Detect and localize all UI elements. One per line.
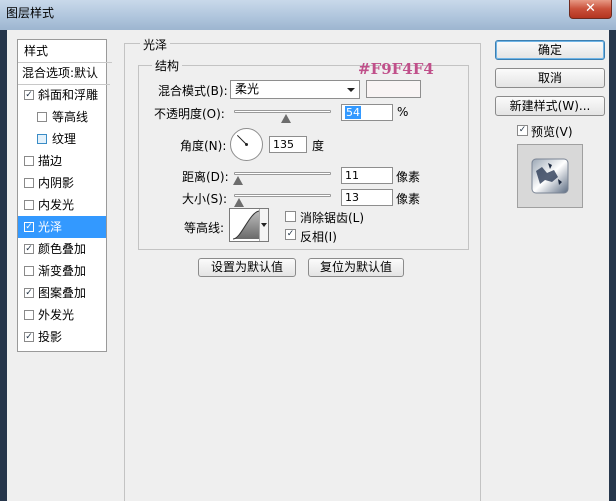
style-item-checkbox[interactable]: [37, 112, 47, 122]
opacity-unit: %: [397, 105, 409, 119]
close-icon: ✕: [585, 1, 596, 16]
invert-label: 反相(I): [300, 230, 337, 244]
chevron-down-icon: [347, 88, 355, 92]
style-item[interactable]: 内阴影: [18, 172, 106, 194]
chevron-down-icon: [261, 223, 267, 227]
style-item-checkbox[interactable]: [24, 156, 34, 166]
cancel-button[interactable]: 取消: [495, 68, 605, 88]
size-unit: 像素: [396, 192, 421, 206]
size-slider-thumb[interactable]: [233, 198, 244, 207]
style-item-label: 图案叠加: [38, 286, 87, 300]
style-item-label: 纹理: [52, 132, 77, 146]
style-item[interactable]: 描边: [18, 150, 106, 172]
distance-slider-thumb[interactable]: [232, 176, 243, 185]
make-default-button[interactable]: 设置为默认值: [198, 258, 296, 277]
blend-mode-value: 柔光: [235, 82, 260, 96]
ok-button[interactable]: 确定: [495, 40, 605, 60]
style-list-header[interactable]: 样式: [18, 40, 112, 63]
angle-unit: 度: [312, 139, 325, 153]
antialias-label: 消除锯齿(L): [300, 211, 365, 225]
style-item-checkbox[interactable]: [24, 200, 34, 210]
distance-unit: 像素: [396, 170, 421, 184]
contour-dropdown-toggle[interactable]: [259, 209, 268, 241]
reset-default-button[interactable]: 复位为默认值: [308, 258, 404, 277]
style-item[interactable]: ✓ 光泽: [18, 216, 106, 238]
invert-checkbox[interactable]: ✓: [285, 229, 296, 240]
satin-group-title: 光泽: [140, 36, 171, 53]
contour-picker[interactable]: [229, 208, 269, 242]
close-button[interactable]: ✕: [569, 0, 612, 19]
style-item[interactable]: ✓ 斜面和浮雕: [18, 84, 106, 106]
angle-value: 135: [273, 138, 294, 151]
style-preview: [517, 144, 583, 208]
preview-checkbox[interactable]: ✓: [517, 125, 528, 136]
blend-mode-select[interactable]: 柔光: [230, 80, 360, 99]
opacity-value: 54: [345, 106, 361, 119]
style-item-checkbox[interactable]: [24, 266, 34, 276]
antialias-checkbox[interactable]: [285, 211, 296, 222]
new-style-button[interactable]: 新建样式(W)...: [495, 96, 605, 116]
distance-label: 距离(D):: [182, 170, 229, 184]
style-item-label: 投影: [38, 330, 63, 344]
blend-mode-label: 混合模式(B):: [158, 84, 228, 98]
style-item[interactable]: 纹理: [18, 128, 106, 150]
angle-input[interactable]: 135: [269, 136, 307, 153]
contour-curve-icon: [232, 210, 260, 240]
style-item-label: 等高线: [52, 110, 89, 124]
style-item[interactable]: 外发光: [18, 304, 106, 326]
style-item-label: 颜色叠加: [38, 242, 87, 256]
window-border-right: [609, 30, 616, 501]
style-item-label: 外发光: [38, 308, 75, 322]
size-label: 大小(S):: [182, 192, 228, 206]
style-item-checkbox[interactable]: ✓: [24, 222, 34, 232]
opacity-input[interactable]: 54: [341, 104, 393, 121]
style-item-label: 描边: [38, 154, 63, 168]
style-item-checkbox[interactable]: [37, 134, 47, 144]
opacity-label: 不透明度(O):: [154, 107, 225, 121]
style-item[interactable]: ✓ 颜色叠加: [18, 238, 106, 260]
angle-dial[interactable]: [229, 127, 264, 162]
style-item-checkbox[interactable]: [24, 178, 34, 188]
angle-label: 角度(N):: [180, 139, 227, 153]
opacity-slider-thumb[interactable]: [281, 114, 292, 123]
style-item-label: 渐变叠加: [38, 264, 87, 278]
style-item[interactable]: 渐变叠加: [18, 260, 106, 282]
style-item-label: 斜面和浮雕: [38, 88, 99, 102]
style-item-checkbox[interactable]: ✓: [24, 288, 34, 298]
size-value: 13: [345, 191, 359, 204]
satin-color-swatch[interactable]: [366, 80, 421, 98]
contour-label: 等高线:: [184, 221, 225, 235]
opacity-slider-track[interactable]: [234, 110, 331, 113]
style-item-checkbox[interactable]: ✓: [24, 244, 34, 254]
structure-group-title: 结构: [152, 57, 183, 74]
distance-input[interactable]: 11: [341, 167, 393, 184]
window-border-left: [0, 30, 7, 501]
window-title: 图层样式: [6, 6, 55, 20]
style-item[interactable]: 内发光: [18, 194, 106, 216]
preview-swatch-icon: [531, 158, 569, 194]
style-item-checkbox[interactable]: ✓: [24, 332, 34, 342]
style-item[interactable]: 等高线: [18, 106, 106, 128]
color-annotation: #F9F4F4: [358, 60, 434, 78]
size-slider-track[interactable]: [234, 194, 331, 197]
blend-options-item[interactable]: 混合选项:默认: [18, 62, 110, 85]
style-item-label: 光泽: [38, 220, 63, 234]
style-list: 样式 混合选项:默认 ✓ 斜面和浮雕等高线纹理描边内阴影内发光 ✓ 光泽 ✓ 颜色叠加渐变…: [17, 39, 112, 352]
style-item-checkbox[interactable]: ✓: [24, 90, 34, 100]
style-item-checkbox[interactable]: [24, 310, 34, 320]
preview-label: 预览(V): [531, 125, 573, 139]
distance-slider-track[interactable]: [234, 172, 331, 175]
style-item[interactable]: ✓ 投影: [18, 326, 106, 348]
style-item-label: 内发光: [38, 198, 75, 212]
title-bar[interactable]: 图层样式 ✕: [0, 0, 616, 30]
size-input[interactable]: 13: [341, 189, 393, 206]
distance-value: 11: [345, 169, 359, 182]
style-item[interactable]: ✓ 图案叠加: [18, 282, 106, 304]
style-item-label: 内阴影: [38, 176, 75, 190]
